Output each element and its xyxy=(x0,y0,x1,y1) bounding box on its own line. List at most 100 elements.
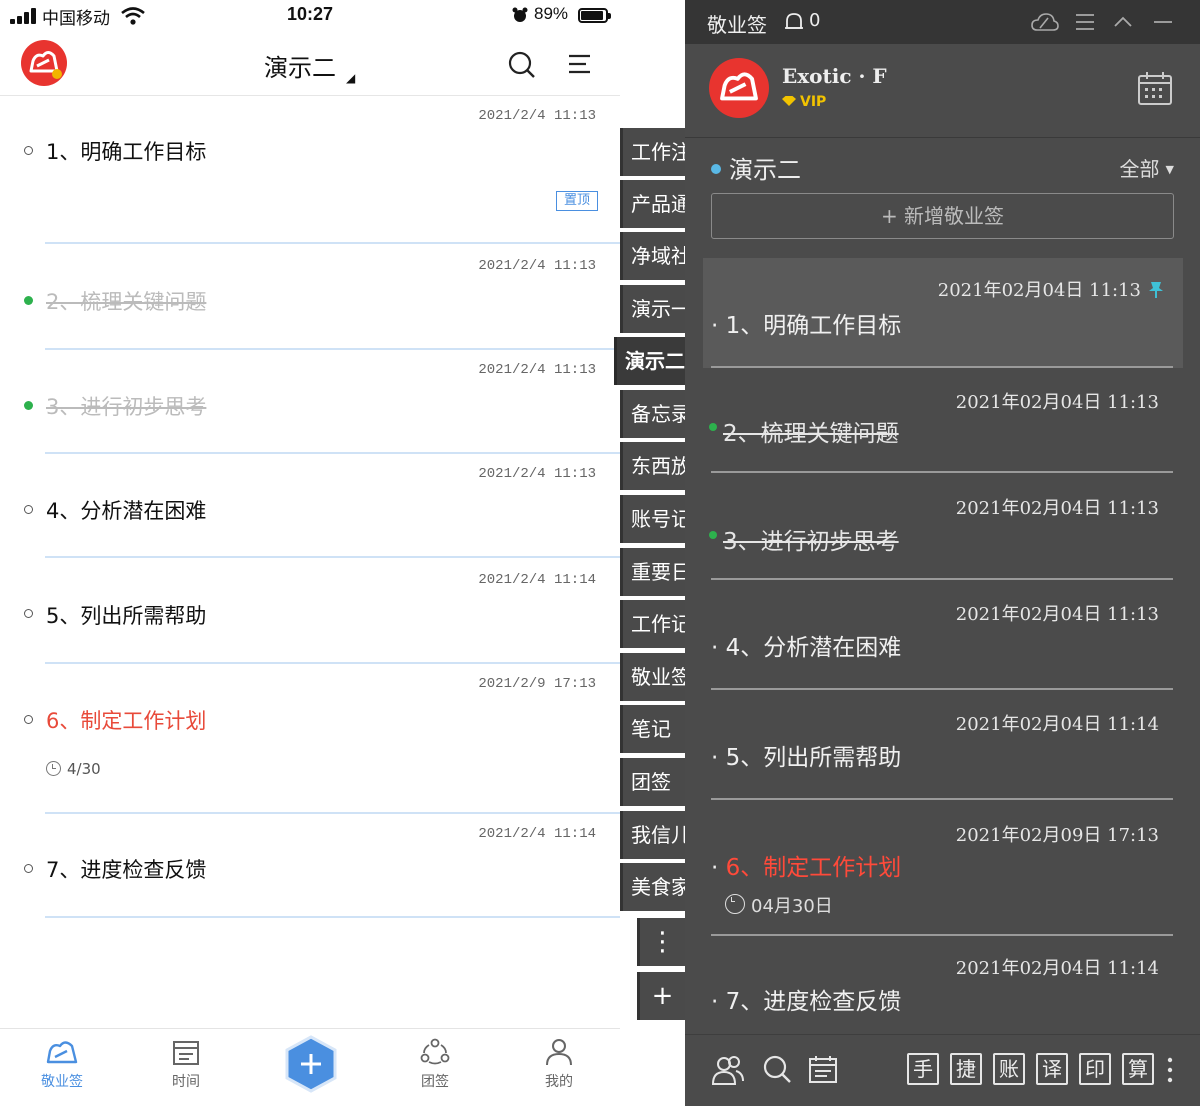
battery-icon xyxy=(578,8,611,23)
category-tab-active[interactable]: 演示二 xyxy=(614,337,685,385)
note-bullet[interactable] xyxy=(24,146,33,155)
note-item[interactable]: 2021年02月09日 17:13 · 6、制定工作计划 04月30日 xyxy=(703,800,1183,936)
note-bullet[interactable] xyxy=(24,505,33,514)
note-item[interactable]: 2021/2/4 11:14 7、进度检查反馈 xyxy=(0,816,620,920)
category-name: 演示二 xyxy=(729,156,801,184)
note-text-value: 1、明确工作目标 xyxy=(725,313,902,339)
more-vertical-icon[interactable] xyxy=(1165,1055,1175,1085)
search-icon[interactable] xyxy=(761,1053,793,1085)
category-tab[interactable]: 净域社 xyxy=(620,232,685,280)
mobile-app-screen: 中国移动 10:27 89% 演示二 ◢ 2021/2/4 11:13 1、明确… xyxy=(0,0,685,1106)
signal-icon xyxy=(10,8,38,24)
note-item[interactable]: 2021/2/4 11:13 4、分析潜在困难 xyxy=(0,456,620,560)
divider xyxy=(45,556,620,558)
tool-account[interactable]: 账 xyxy=(993,1053,1025,1085)
more-categories-button[interactable]: ⋮ xyxy=(637,918,685,966)
note-item[interactable]: 2021/2/4 11:13 2、梳理关键问题 xyxy=(0,246,620,352)
add-category-button[interactable]: + xyxy=(637,972,685,1020)
category-tab[interactable]: 备忘录 xyxy=(620,390,685,438)
app-logo[interactable] xyxy=(21,40,67,86)
menu-icon[interactable] xyxy=(1075,13,1095,31)
category-tab[interactable]: 敬业签 xyxy=(620,653,685,701)
category-tab[interactable]: 工作注 xyxy=(620,128,685,176)
category-tab[interactable]: 演示一 xyxy=(620,285,685,333)
carrier-label: 中国移动 xyxy=(42,9,110,29)
tab-label: 时间 xyxy=(172,1074,200,1090)
tool-handwrite[interactable]: 手 xyxy=(907,1053,939,1085)
category-tab[interactable]: 账号记 xyxy=(620,495,685,543)
category-tab[interactable]: 笔记 xyxy=(620,705,685,753)
note-text: 2、梳理关键问题 xyxy=(723,421,899,447)
filter-dropdown[interactable]: 全部 ▼ xyxy=(1120,153,1174,182)
note-done-dot[interactable] xyxy=(24,401,33,410)
minimize-icon[interactable] xyxy=(1153,13,1173,31)
contacts-icon[interactable] xyxy=(711,1053,745,1087)
category-tab[interactable]: 东西放 xyxy=(620,442,685,490)
tool-translate[interactable]: 译 xyxy=(1036,1053,1068,1085)
menu-icon[interactable] xyxy=(566,50,596,80)
tab-label: 敬业签 xyxy=(41,1074,83,1090)
note-timestamp: 2021年02月04日 11:14 xyxy=(955,714,1159,735)
category-tab[interactable]: 产品通 xyxy=(620,180,685,228)
done-dot[interactable] xyxy=(709,531,717,539)
category-tab[interactable]: 工作记 xyxy=(620,600,685,648)
note-item[interactable]: 2021年02月04日 11:13 3、进行初步思考 xyxy=(703,474,1183,580)
clock-icon xyxy=(46,761,61,776)
note-timestamp: 2021/2/4 11:14 xyxy=(478,826,596,842)
note-bullet[interactable] xyxy=(24,715,33,724)
note-text-value: 7、进度检查反馈 xyxy=(725,989,902,1015)
add-note-button[interactable]: + 新增敬业签 xyxy=(711,193,1174,239)
tab-time[interactable]: 时间 xyxy=(146,1037,226,1091)
chevron-down-icon: ▼ xyxy=(1165,163,1174,176)
category-tab[interactable]: 重要日 xyxy=(620,548,685,596)
note-item[interactable]: 2021/2/9 17:13 6、制定工作计划 4/30 xyxy=(0,666,620,816)
app-title: 敬业签 xyxy=(707,13,767,37)
note-due-date: 04月30日 xyxy=(725,892,833,918)
divider xyxy=(45,348,620,350)
note-text: · 7、进度检查反馈 xyxy=(711,989,902,1015)
category-tab[interactable]: 团签 xyxy=(620,758,685,806)
search-icon[interactable] xyxy=(507,50,537,80)
note-item[interactable]: 2021/2/4 11:14 5、列出所需帮助 xyxy=(0,560,620,666)
note-timestamp: 2021年02月04日 11:13 xyxy=(955,392,1159,413)
calendar-icon[interactable] xyxy=(807,1053,839,1085)
pin-icon[interactable] xyxy=(1147,280,1165,298)
category-tab[interactable]: 美食家 xyxy=(620,863,685,911)
avatar[interactable] xyxy=(709,58,769,118)
note-timestamp: 2021/2/4 11:13 xyxy=(478,258,596,274)
tool-print[interactable]: 印 xyxy=(1079,1053,1111,1085)
note-item[interactable]: 2021年02月04日 11:14 · 7、进度检查反馈 xyxy=(703,936,1183,1026)
notification-count: 0 xyxy=(809,10,821,31)
current-category[interactable]: 演示二 xyxy=(711,150,801,185)
tab-me[interactable]: 我的 xyxy=(519,1037,599,1091)
calendar-icon[interactable] xyxy=(1137,70,1173,106)
note-item[interactable]: 2021/2/4 11:13 3、进行初步思考 xyxy=(0,352,620,456)
note-bullet[interactable] xyxy=(24,864,33,873)
alarm-icon xyxy=(512,7,528,22)
cloud-sync-icon[interactable] xyxy=(1031,12,1059,32)
add-note-button[interactable] xyxy=(284,1035,338,1093)
page-title[interactable]: 演示二 ◢ xyxy=(264,48,355,85)
cloud-logo-icon xyxy=(29,51,62,79)
note-timestamp: 2021/2/9 17:13 xyxy=(478,676,596,692)
tab-team[interactable]: 团签 xyxy=(395,1037,475,1091)
tool-calculator[interactable]: 算 xyxy=(1122,1053,1154,1085)
note-done-dot[interactable] xyxy=(24,296,33,305)
tab-jingyeqian[interactable]: 敬业签 xyxy=(22,1037,102,1091)
note-bullet[interactable] xyxy=(24,609,33,618)
user-name: Exotic · F xyxy=(782,64,887,88)
note-item[interactable]: 2021/2/4 11:13 1、明确工作目标 置顶 xyxy=(0,96,620,246)
note-item[interactable]: 2021年02月04日 11:13 · 1、明确工作目标 xyxy=(703,258,1183,368)
bell-icon[interactable] xyxy=(783,11,805,33)
note-item[interactable]: 2021年02月04日 11:13 2、梳理关键问题 xyxy=(703,368,1183,474)
note-item[interactable]: 2021年02月04日 11:13 · 4、分析潜在困难 xyxy=(703,580,1183,690)
category-tab[interactable]: 我信儿 xyxy=(620,811,685,859)
note-text: 1、明确工作目标 xyxy=(46,140,207,164)
tool-shortcut[interactable]: 捷 xyxy=(950,1053,982,1085)
divider xyxy=(45,242,620,244)
done-dot[interactable] xyxy=(709,423,717,431)
tab-label: 我的 xyxy=(545,1074,573,1090)
note-item[interactable]: 2021年02月04日 11:14 · 5、列出所需帮助 xyxy=(703,690,1183,800)
collapse-icon[interactable] xyxy=(1113,13,1133,31)
user-icon xyxy=(546,1039,572,1066)
